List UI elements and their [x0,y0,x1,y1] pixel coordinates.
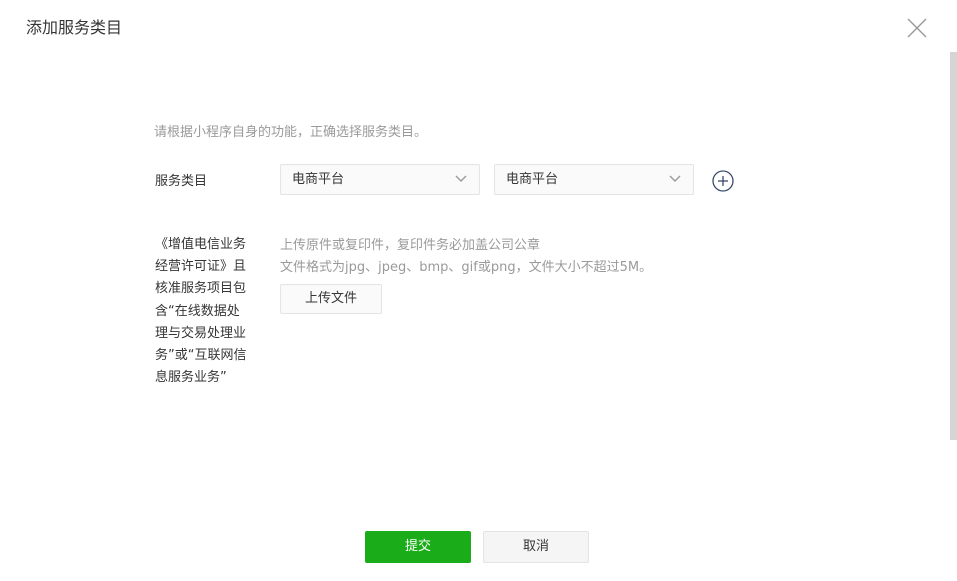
upload-tip-line1: 上传原件或复印件，复印件务必加盖公司公章 [280,238,541,253]
category-label: 服务类目 [155,174,208,189]
plus-circle-icon [712,170,734,192]
add-service-category-dialog: 添加服务类目 请根据小程序自身的功能，正确选择服务类目。 服务类目 电商平台 电… [0,0,957,581]
selection-hint: 请根据小程序自身的功能，正确选择服务类目。 [154,125,428,140]
primary-category-value: 电商平台 [292,172,345,187]
close-icon [907,18,927,38]
upload-tip: 上传原件或复印件，复印件务必加盖公司公章 文件格式为jpg、jpeg、bmp、g… [280,235,652,279]
cancel-button[interactable]: 取消 [483,531,589,563]
chevron-down-icon [669,175,681,182]
close-button[interactable] [906,17,928,39]
dialog-title: 添加服务类目 [26,18,123,37]
upload-file-button[interactable]: 上传文件 [280,284,382,314]
secondary-category-select[interactable]: 电商平台 [494,164,694,195]
primary-category-select[interactable]: 电商平台 [280,164,480,195]
add-category-button[interactable] [712,170,734,192]
scrollbar-thumb[interactable] [950,52,957,440]
upload-tip-line2: 文件格式为jpg、jpeg、bmp、gif或png，文件大小不超过5M。 [280,260,653,275]
submit-button[interactable]: 提交 [365,531,471,563]
secondary-category-value: 电商平台 [506,172,559,187]
license-requirement-label: 《增值电信业务经营许可证》且核准服务项目包含“在线数据处理与交易处理业务”或“互… [155,237,247,386]
chevron-down-icon [455,175,467,182]
